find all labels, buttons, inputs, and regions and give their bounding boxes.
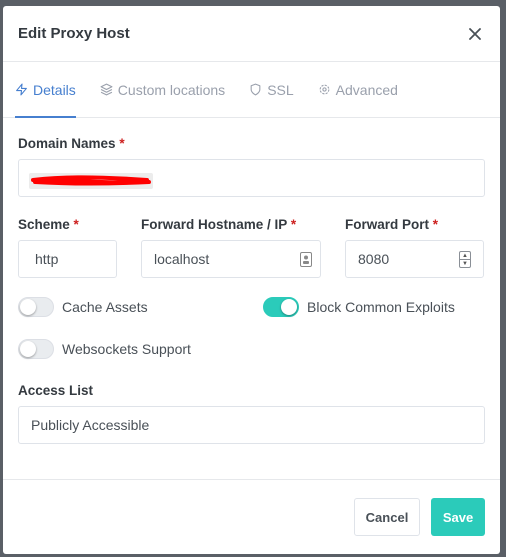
tab-label: Details xyxy=(33,81,76,98)
tab-custom-locations[interactable]: Custom locations xyxy=(100,63,225,118)
layers-icon xyxy=(100,83,113,96)
required-mark: * xyxy=(119,136,125,151)
scheme-input[interactable]: http xyxy=(18,240,117,278)
hostname-input[interactable]: localhost xyxy=(141,240,321,278)
cancel-button[interactable]: Cancel xyxy=(354,498,420,536)
save-button[interactable]: Save xyxy=(431,498,485,536)
access-list-label: Access List xyxy=(18,383,94,398)
domain-names-input[interactable] xyxy=(18,159,485,197)
shield-icon xyxy=(250,83,261,96)
websockets-label: Websockets Support xyxy=(62,341,191,357)
forward-row: Scheme * http Forward Hostname / IP * lo… xyxy=(18,217,485,278)
redacted-domain-chip xyxy=(29,173,153,189)
tab-bar: Details Custom locations SSL Advanced xyxy=(3,62,500,118)
tab-label: Custom locations xyxy=(117,81,226,98)
tab-details[interactable]: Details xyxy=(15,63,76,118)
cache-assets-label: Cache Assets xyxy=(62,299,148,315)
port-input[interactable]: 8080 ▲ ▼ xyxy=(345,240,484,278)
form-body: Domain Names * Scheme * http Forward Hos… xyxy=(3,118,500,444)
lightning-icon xyxy=(16,83,27,96)
block-exploits-toggle[interactable]: Block Common Exploits xyxy=(263,297,455,317)
hostname-label: Forward Hostname / IP * xyxy=(141,217,297,232)
modal-footer: Cancel Save xyxy=(3,479,500,554)
tab-ssl[interactable]: SSL xyxy=(249,63,294,118)
tab-label: SSL xyxy=(267,81,294,98)
toggle-row-2: Websockets Support xyxy=(18,339,485,359)
toggle-row-1: Cache Assets Block Common Exploits xyxy=(18,297,485,317)
block-exploits-switch[interactable] xyxy=(263,297,299,317)
websockets-switch[interactable] xyxy=(18,339,54,359)
scheme-group: Scheme * http xyxy=(18,217,117,278)
cache-assets-switch[interactable] xyxy=(18,297,54,317)
contact-card-icon xyxy=(300,252,312,267)
websockets-toggle[interactable]: Websockets Support xyxy=(18,339,191,359)
hostname-value: localhost xyxy=(154,251,210,267)
gear-icon xyxy=(319,84,330,95)
port-group: Forward Port * 8080 ▲ ▼ xyxy=(345,217,484,278)
stepper-down-icon[interactable]: ▼ xyxy=(460,259,470,267)
port-value: 8080 xyxy=(358,251,390,267)
domain-names-label: Domain Names * xyxy=(18,136,125,151)
port-stepper[interactable]: ▲ ▼ xyxy=(459,251,471,268)
hostname-group: Forward Hostname / IP * localhost xyxy=(141,217,321,278)
access-list-group: Access List Publicly Accessible xyxy=(18,383,485,444)
stepper-up-icon[interactable]: ▲ xyxy=(460,252,470,259)
cache-assets-toggle[interactable]: Cache Assets xyxy=(18,297,263,317)
access-list-select[interactable]: Publicly Accessible xyxy=(18,406,485,444)
modal-title: Edit Proxy Host xyxy=(18,25,130,42)
close-icon[interactable] xyxy=(465,24,485,44)
port-label: Forward Port * xyxy=(345,217,439,232)
tab-label: Advanced xyxy=(335,81,398,98)
modal-header: Edit Proxy Host xyxy=(3,6,500,62)
tab-advanced[interactable]: Advanced xyxy=(318,63,398,118)
scheme-label: Scheme * xyxy=(18,217,79,232)
block-exploits-label: Block Common Exploits xyxy=(307,299,455,315)
edit-proxy-host-modal: Edit Proxy Host Details Custom locations… xyxy=(3,6,500,554)
